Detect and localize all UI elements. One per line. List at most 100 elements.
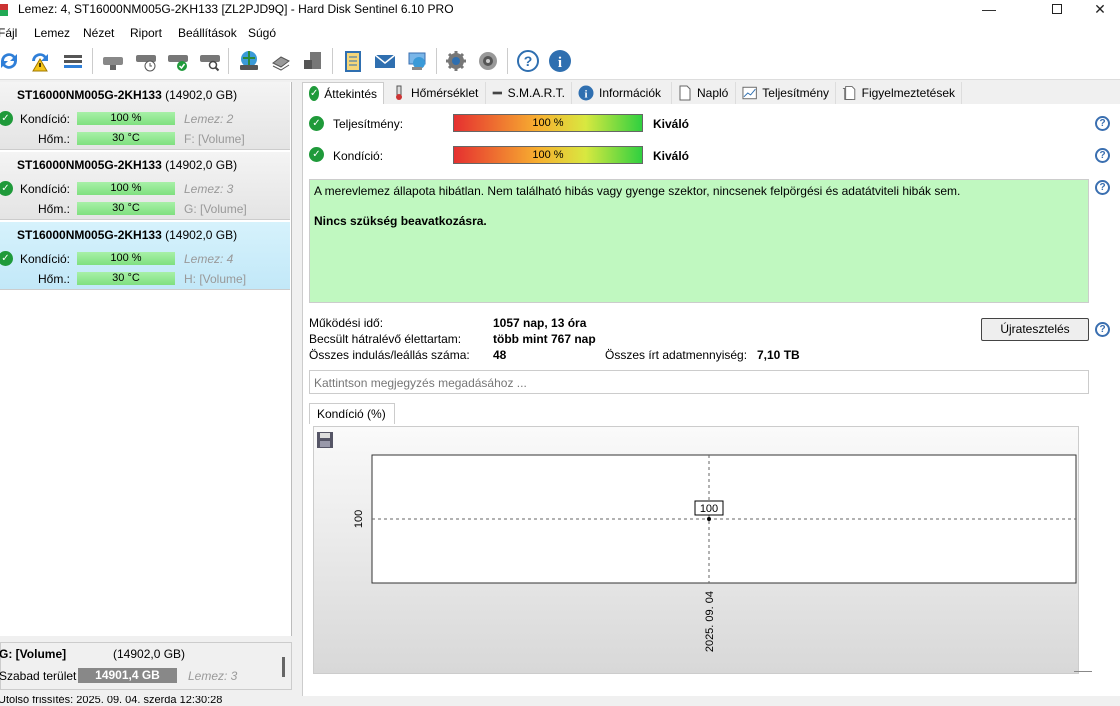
menu-view[interactable]: Nézet — [83, 26, 114, 40]
overview-panel: ✓ Teljesítmény: 100 % Kiváló ? ✓ Kondíci… — [302, 104, 1120, 696]
menu-bar: Fájl Lemez Nézet Riport Beállítások Súgó — [0, 22, 1120, 42]
help-question-icon[interactable]: ? — [1095, 148, 1110, 163]
ok-check-icon: ✓ — [309, 147, 324, 162]
minimize-button[interactable]: — — [966, 0, 1012, 18]
report-button[interactable] — [340, 48, 366, 74]
tab-smart[interactable]: S.M.A.R.T. — [486, 82, 572, 104]
disk-ok-button[interactable] — [165, 48, 191, 74]
disk-list-icon — [64, 55, 82, 68]
disk-item-selected[interactable]: ST16000NM005G-2KH133 (14902,0 GB) ✓ Kond… — [0, 222, 290, 290]
temperature-bar: 30 °C — [77, 132, 175, 145]
remaining-life-value: több mint 767 nap — [493, 332, 596, 346]
disk-name: ST16000NM005G-2KH133 (14902,0 GB) — [17, 158, 238, 172]
menu-report[interactable]: Riport — [130, 26, 162, 40]
help-question-icon[interactable]: ? — [1095, 322, 1110, 337]
disk-search-button[interactable] — [197, 48, 223, 74]
disk-item[interactable]: ST16000NM005G-2KH133 (14902,0 GB) ✓ Kond… — [0, 82, 290, 150]
svg-text:?: ? — [524, 53, 533, 69]
notepad-icon — [345, 51, 361, 72]
sound-button[interactable] — [475, 48, 501, 74]
disk-stack-icon — [272, 56, 290, 71]
external-disk-button[interactable] — [300, 48, 326, 74]
volume-scroll-handle[interactable] — [282, 657, 285, 677]
title-bar: Lemez: 4, ST16000NM005G-2KH133 [ZL2PJD9Q… — [0, 0, 1120, 22]
tab-alerts[interactable]: Figyelmeztetések — [836, 82, 962, 104]
ok-check-icon: ✓ — [309, 116, 324, 131]
tab-log[interactable]: Napló — [672, 82, 736, 104]
help-question-icon[interactable]: ? — [1095, 180, 1110, 195]
tab-overview[interactable]: ✓ Áttekintés — [302, 82, 384, 104]
disk-clock-icon — [136, 55, 156, 72]
x-tick-label: 2025. 09. 04 — [704, 591, 716, 652]
ok-check-icon: ✓ — [309, 86, 320, 101]
volume-panel[interactable]: G: [Volume] (14902,0 GB) Szabad terület … — [0, 642, 292, 690]
status-text: Utolsó frissítés: 2025. 09. 04. szerda 1… — [0, 696, 223, 706]
toolbar-separator — [92, 48, 93, 74]
tab-temperature[interactable]: Hőmérséklet — [386, 82, 486, 104]
menu-settings[interactable]: Beállítások — [178, 26, 237, 40]
window-title: Lemez: 4, ST16000NM005G-2KH133 [ZL2PJD9Q… — [18, 2, 454, 16]
free-space-label: Szabad terület — [0, 669, 77, 683]
email-report-button[interactable] — [372, 48, 398, 74]
settings-button[interactable] — [443, 48, 469, 74]
document-icon — [679, 85, 691, 101]
data-point — [707, 517, 711, 521]
refresh-button[interactable] — [0, 48, 22, 74]
chart-tab-condition[interactable]: Kondíció (%) — [309, 403, 395, 424]
menu-help[interactable]: Súgó — [248, 26, 276, 40]
total-written-value: 7,10 TB — [757, 348, 800, 362]
close-icon: ✕ — [1094, 0, 1106, 17]
disk-name: ST16000NM005G-2KH133 (14902,0 GB) — [17, 88, 238, 102]
condition-bar: 100 % — [77, 112, 175, 125]
disk-item[interactable]: ST16000NM005G-2KH133 (14902,0 GB) ✓ Kond… — [0, 152, 290, 220]
documents-icon — [842, 86, 856, 100]
disk-temp-row: Hőm.: 30 °C G: [Volume] — [37, 202, 247, 216]
performance-label: Teljesítmény: — [333, 117, 404, 131]
disk-schedule-button[interactable] — [133, 48, 159, 74]
help-button[interactable]: ? — [515, 48, 541, 74]
temperature-bar: 30 °C — [77, 202, 175, 215]
performance-rating: Kiváló — [653, 117, 690, 131]
disk-temp-row: Hőm.: 30 °C H: [Volume] — [37, 272, 247, 286]
network-disk-button[interactable] — [236, 48, 262, 74]
disk-test-button[interactable] — [100, 48, 126, 74]
note-input[interactable]: Kattintson megjegyzés megadásához ... — [309, 370, 1089, 394]
question-icon: ? — [517, 50, 539, 72]
close-button[interactable]: ✕ — [1080, 0, 1120, 18]
menu-disk[interactable]: Lemez — [34, 26, 70, 40]
disk-name: ST16000NM005G-2KH133 (14902,0 GB) — [17, 228, 238, 242]
condition-chart: 100 2025. 09. 04 100 — [313, 426, 1092, 674]
disk-search-icon — [200, 55, 220, 72]
refresh-icon — [1, 53, 17, 69]
gear-icon — [446, 51, 466, 71]
disk-condition-row: ✓ Kondíció: 100 % Lemez: 3 — [0, 180, 290, 196]
envelope-icon — [374, 54, 396, 68]
maximize-button[interactable] — [1034, 0, 1080, 18]
disk-list-panel: ST16000NM005G-2KH133 (14902,0 GB) ✓ Kond… — [0, 82, 292, 636]
info-button[interactable]: i — [547, 48, 573, 74]
chart-resize-handle[interactable] — [1074, 671, 1092, 672]
toolbar-separator — [436, 48, 437, 74]
send-report-button[interactable] — [404, 48, 430, 74]
refresh-warning-button[interactable] — [27, 48, 53, 74]
disk-bar-icon — [492, 91, 502, 95]
help-question-icon[interactable]: ? — [1095, 116, 1110, 131]
disk-temp-row: Hőm.: 30 °C F: [Volume] — [37, 132, 245, 146]
status-action: Nincs szükség beavatkozásra. — [314, 214, 487, 228]
disk-stack-button[interactable] — [268, 48, 294, 74]
performance-bar: 100 % — [453, 114, 643, 132]
tab-information[interactable]: i Információk — [572, 82, 672, 104]
plot-area — [371, 454, 1077, 584]
thermometer-icon — [396, 85, 402, 100]
total-written-label: Összes írt adatmennyiség: — [605, 348, 748, 362]
toolbar-separator — [228, 48, 229, 74]
health-bar: 100 % — [453, 146, 643, 164]
free-space-bar: 14901,4 GB — [78, 668, 177, 683]
menu-file[interactable]: Fájl — [0, 26, 17, 40]
tab-performance[interactable]: Teljesítmény — [736, 82, 836, 104]
app-icon — [0, 4, 8, 16]
volume-disk-label: Lemez: 3 — [188, 669, 238, 683]
save-chart-icon[interactable] — [316, 431, 334, 449]
disk-list-button[interactable] — [60, 48, 86, 74]
retest-button[interactable]: Újratesztelés — [981, 318, 1089, 341]
